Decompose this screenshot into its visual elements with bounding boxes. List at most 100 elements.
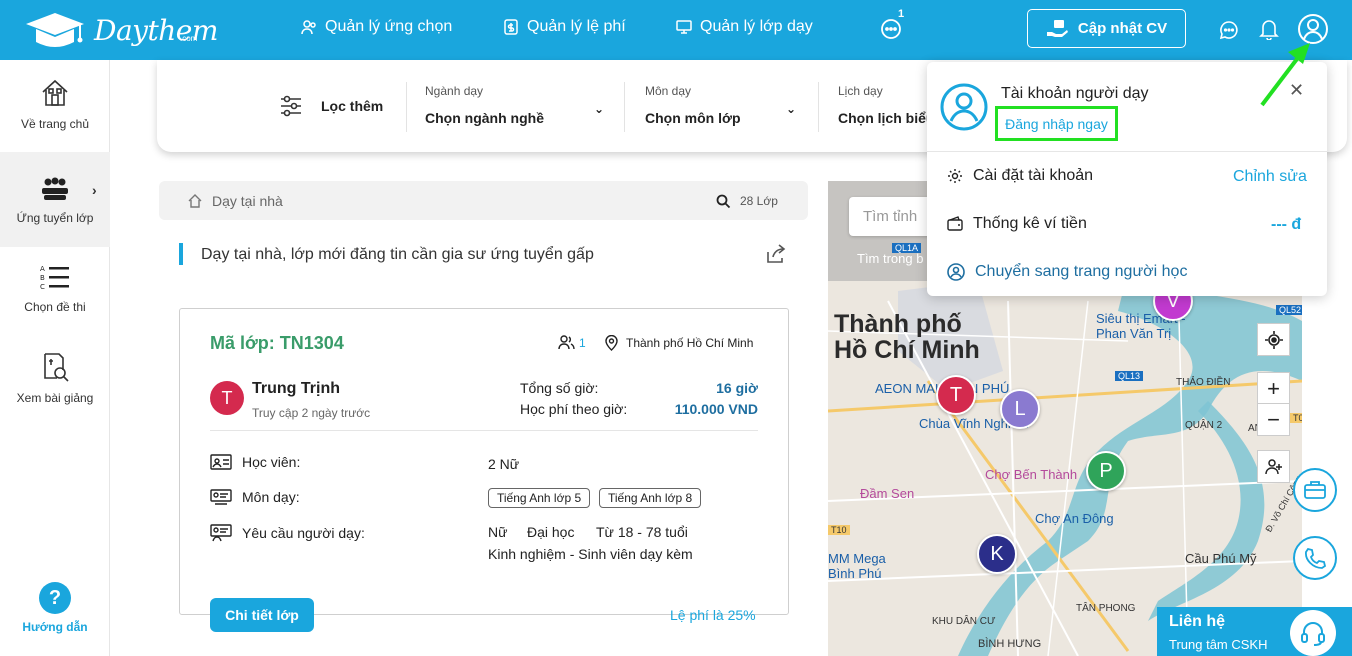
banner-text: Dạy tại nhà, lớp mới đăng tin cần gia sư…: [201, 246, 594, 263]
subject-label: Môn dạy:: [242, 489, 300, 505]
avatar: T: [210, 381, 244, 415]
add-user-button[interactable]: [1257, 450, 1290, 483]
share-icon[interactable]: [765, 243, 787, 265]
class-search[interactable]: Dạy tại nhà 28 Lớp: [159, 181, 808, 220]
filter-subject[interactable]: Môn dạy Chọn môn lớp: [645, 84, 805, 126]
filter-value: Chọn lịch biểu: [838, 110, 935, 126]
contact-support[interactable]: Liên hệ Trung tâm CSKH: [1157, 607, 1352, 656]
road-label: T01: [1290, 413, 1302, 423]
switch-to-learner-item[interactable]: Chuyển sang trang người học: [947, 263, 1187, 281]
class-card[interactable]: Mã lớp: TN1304 1 Thành phố Hồ Chí Minh T…: [179, 308, 789, 632]
update-cv-button[interactable]: Cập nhật CV: [1027, 9, 1186, 48]
nav-manage-fees[interactable]: Quản lý lệ phí: [503, 18, 626, 36]
sidebar-item-label: Ứng tuyển lớp: [16, 211, 94, 225]
house-icon: [188, 194, 202, 208]
more-filter-button[interactable]: Lọc thêm: [279, 94, 383, 118]
filter-value: Chọn môn lớp: [645, 110, 741, 126]
fee-note: Lệ phí là 25%: [670, 607, 756, 623]
wallet-stats-item[interactable]: Thống kê ví tiền: [947, 215, 1087, 233]
nav-manage-classes[interactable]: Quản lý lớp dạy: [676, 18, 813, 36]
req-experience: Kinh nghiệm - Sinh viên dạy kèm: [488, 546, 693, 562]
contact-subtitle: Trung tâm CSKH: [1169, 637, 1268, 652]
zoom-in-button[interactable]: +: [1257, 372, 1290, 405]
account-icon[interactable]: [1296, 12, 1330, 46]
chat-icon[interactable]: [1218, 19, 1240, 41]
map-area: THẢO ĐIỀN: [1176, 377, 1231, 388]
map-pin-l[interactable]: L: [1000, 389, 1040, 429]
contact-title: Liên hệ: [1169, 613, 1226, 630]
divider: [406, 82, 407, 132]
bell-icon[interactable]: [1258, 18, 1280, 40]
login-now-link[interactable]: Đăng nhập ngay: [995, 106, 1118, 141]
chevron-down-icon: ⌄: [786, 102, 797, 116]
message-icon[interactable]: [879, 17, 903, 41]
hours-value: 16 giờ: [716, 380, 758, 396]
nav-manage-applications[interactable]: Quản lý ứng chọn: [301, 18, 452, 36]
sidebar-item-home[interactable]: Về trang chủ: [0, 78, 110, 148]
map-place: Cầu Phú Mỹ: [1185, 551, 1257, 566]
road-label: QL13: [1115, 371, 1144, 381]
account-settings-item[interactable]: Cài đặt tài khoản: [947, 167, 1093, 185]
phone-fab[interactable]: [1293, 536, 1337, 580]
subject-row-label: Môn dạy:: [210, 489, 300, 505]
account-dropdown: Tài khoản người dạy Đăng nhập ngay ✕ Cài…: [927, 62, 1327, 296]
nav-label: Quản lý lớp dạy: [700, 18, 813, 35]
top-header: Daythem .com Quản lý ứng chọn Quản lý lệ…: [0, 0, 1352, 60]
divider: [624, 82, 625, 132]
map-area: QUẬN 2: [1185, 420, 1223, 431]
road-label: QL52: [1276, 305, 1302, 315]
wallet-label: Thống kê ví tiền: [973, 215, 1087, 232]
question-icon: ?: [39, 582, 71, 614]
map-pin-t[interactable]: T: [936, 375, 976, 415]
abc-list-icon: ABC: [40, 265, 69, 291]
filter-title: Ngành dạy: [425, 84, 484, 98]
briefcase-icon: [1304, 481, 1326, 499]
sidebar-item-label: Chọn đề thi: [24, 300, 86, 314]
group-icon: [42, 177, 68, 200]
filter-major[interactable]: Ngành dạy Chọn ngành nghề: [425, 84, 605, 126]
daythem-logo[interactable]: Daythem: [22, 8, 218, 52]
map-place: Chợ An Đông: [1035, 511, 1114, 526]
settings-label: Cài đặt tài khoản: [973, 167, 1094, 184]
svg-text:A: A: [40, 265, 45, 273]
sliders-icon: [281, 95, 301, 117]
class-location: Thành phố Hồ Chí Minh: [626, 336, 754, 350]
hand-cv-icon: [1046, 19, 1068, 37]
filter-schedule[interactable]: Lịch dạy Chọn lịch biểu: [838, 84, 938, 126]
sidebar-item-exam[interactable]: ABC Chọn đề thi: [0, 263, 110, 333]
help-link[interactable]: ? Hướng dẫn: [0, 582, 110, 642]
divider: [818, 82, 819, 132]
locate-button[interactable]: [1257, 323, 1290, 356]
more-filter-label: Lọc thêm: [321, 98, 384, 114]
help-label: Hướng dẫn: [22, 620, 88, 634]
map-place: Chợ Bến Thành: [985, 467, 1078, 482]
class-detail-button[interactable]: Chi tiết lớp: [210, 598, 314, 632]
wallet-value: --- đ: [1271, 216, 1302, 233]
dollar-icon: [504, 19, 518, 35]
map-place: Đầm Sen: [860, 486, 915, 501]
graduation-cap-icon: [26, 13, 84, 47]
section-banner: Dạy tại nhà, lớp mới đăng tin cần gia sư…: [179, 243, 789, 265]
cv-button-label: Cập nhật CV: [1077, 20, 1168, 37]
map-pin-icon: [605, 335, 618, 351]
road-label: T10: [828, 525, 850, 535]
applicant-count: 1: [579, 336, 586, 350]
user-circle-icon: [947, 263, 965, 281]
close-icon[interactable]: ✕: [1289, 80, 1304, 101]
briefcase-fab[interactable]: [1293, 468, 1337, 512]
zoom-out-button[interactable]: −: [1257, 403, 1290, 436]
map-pin-k[interactable]: K: [977, 534, 1017, 574]
subject-tag: Tiếng Anh lớp 8: [599, 488, 702, 508]
search-icon[interactable]: [716, 194, 731, 209]
class-code: Mã lớp: TN1304: [210, 333, 344, 353]
sidebar-item-label: Xem bài giảng: [16, 391, 94, 405]
map-pin-p[interactable]: P: [1086, 451, 1126, 491]
switch-label: Chuyển sang trang người học: [975, 263, 1188, 280]
map-search-hint: Tìm trong b: [857, 251, 924, 266]
map-place: MM Mega Bình Phú: [828, 551, 886, 581]
edit-link[interactable]: Chỉnh sửa: [1233, 168, 1307, 186]
subject-tag: Tiếng Anh lớp 5: [488, 488, 591, 508]
sidebar-item-apply-class[interactable]: › Ứng tuyển lớp: [0, 152, 110, 247]
divider: [927, 151, 1327, 152]
sidebar-item-lectures[interactable]: Xem bài giảng: [0, 352, 110, 422]
